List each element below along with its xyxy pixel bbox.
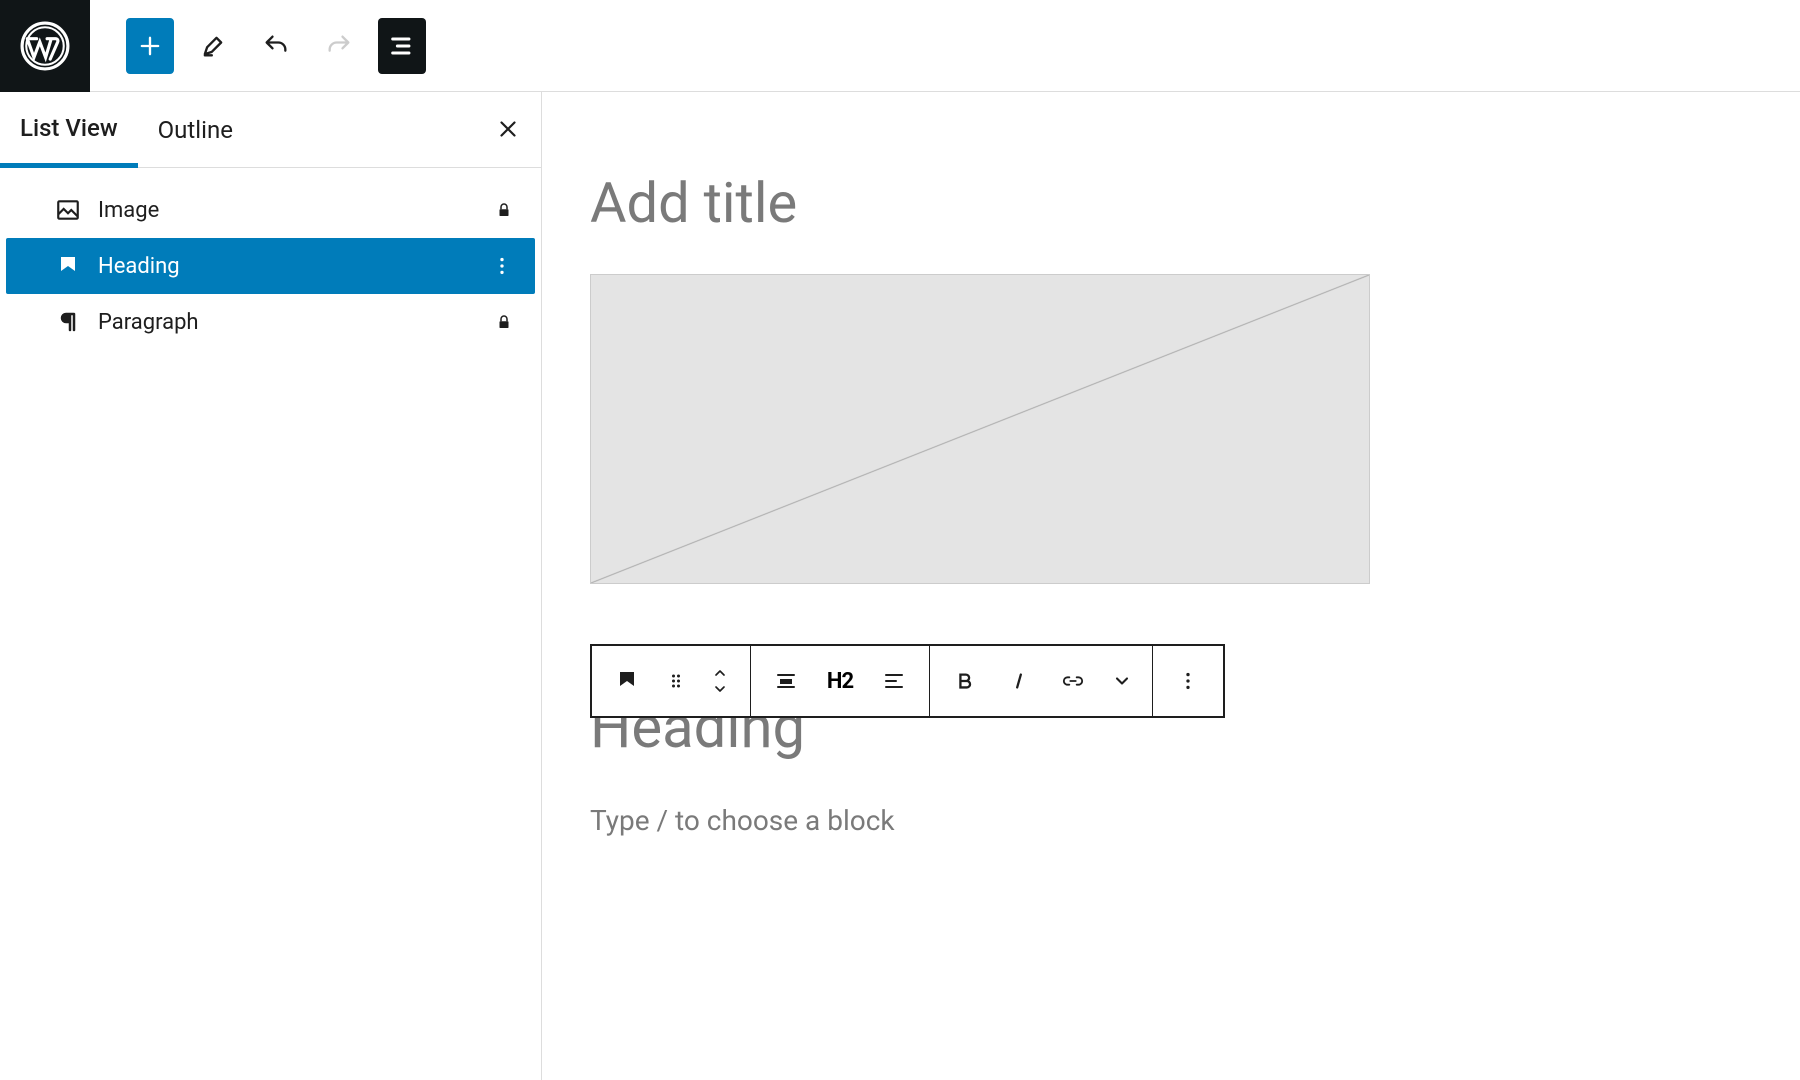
drag-icon (666, 671, 686, 691)
tab-list-view[interactable]: List View (0, 92, 138, 168)
bold-icon (954, 670, 976, 692)
add-block-button[interactable] (126, 18, 174, 74)
list-item-heading[interactable]: Heading (6, 238, 535, 294)
tools-button[interactable] (189, 18, 237, 74)
list-item-image[interactable]: Image (6, 182, 535, 238)
more-vertical-icon (491, 255, 513, 277)
paragraph-block-input[interactable]: Type / to choose a block (590, 804, 1752, 837)
align-icon (774, 669, 798, 693)
align-left-icon (882, 669, 906, 693)
image-icon (54, 197, 82, 223)
options-button[interactable] (491, 255, 513, 277)
chevron-up-icon (710, 665, 730, 681)
post-title-input[interactable]: Add title (590, 170, 1752, 236)
heading-icon (615, 669, 639, 693)
align-button[interactable] (759, 646, 813, 716)
close-sidebar-button[interactable] (495, 116, 521, 142)
chevron-down-icon (1112, 671, 1132, 691)
undo-icon (260, 32, 292, 60)
image-block-placeholder[interactable] (590, 274, 1370, 584)
heading-icon (54, 254, 82, 278)
heading-level-button[interactable]: H2 (813, 646, 867, 716)
list-view-icon (388, 32, 416, 60)
undo-button[interactable] (252, 18, 300, 74)
main-area: List View Outline Image Heading Paragrap… (0, 92, 1800, 1080)
edit-icon (199, 32, 227, 60)
paragraph-icon (54, 310, 82, 334)
plus-icon (136, 32, 164, 60)
lock-icon (495, 313, 513, 331)
top-toolbar (0, 0, 1800, 92)
link-button[interactable] (1046, 646, 1100, 716)
close-icon (495, 116, 521, 142)
redo-button (315, 18, 363, 74)
editor-canvas[interactable]: Add title H2 (542, 92, 1800, 1080)
block-toolbar: H2 (590, 644, 1225, 718)
move-down-button[interactable] (710, 681, 730, 697)
list-item-label: Image (98, 198, 159, 223)
bold-button[interactable] (938, 646, 992, 716)
block-type-button[interactable] (600, 646, 654, 716)
italic-icon (1008, 670, 1030, 692)
list-item-label: Heading (98, 254, 180, 279)
italic-button[interactable] (992, 646, 1046, 716)
sidebar-tabs: List View Outline (0, 92, 541, 168)
list-item-paragraph[interactable]: Paragraph (6, 294, 535, 350)
redo-icon (323, 32, 355, 60)
move-up-button[interactable] (710, 665, 730, 681)
link-icon (1060, 670, 1086, 692)
drag-handle[interactable] (654, 646, 698, 716)
more-rich-text-button[interactable] (1100, 646, 1144, 716)
wordpress-icon (20, 21, 70, 71)
list-view-sidebar: List View Outline Image Heading Paragrap… (0, 92, 542, 1080)
list-item-label: Paragraph (98, 310, 199, 335)
lock-icon (495, 201, 513, 219)
block-options-button[interactable] (1161, 646, 1215, 716)
text-align-button[interactable] (867, 646, 921, 716)
chevron-down-icon (710, 681, 730, 697)
wordpress-logo[interactable] (0, 0, 90, 92)
block-list: Image Heading Paragraph (0, 168, 541, 350)
h2-label: H2 (827, 669, 853, 694)
more-vertical-icon (1177, 670, 1199, 692)
document-overview-button[interactable] (378, 18, 426, 74)
tab-outline[interactable]: Outline (138, 92, 253, 168)
